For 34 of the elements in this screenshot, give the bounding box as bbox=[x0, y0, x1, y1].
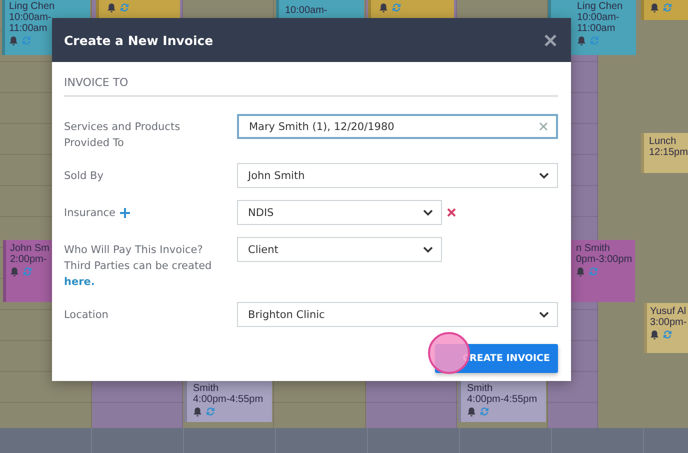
appointment-card[interactable]: Lunch 12:15pm bbox=[641, 133, 688, 173]
appointment-text: 2:00pm- bbox=[10, 254, 47, 265]
field-label: Location bbox=[64, 308, 108, 323]
appointment-text: 11:00am bbox=[9, 23, 48, 34]
appointment-text: Ling Chen bbox=[9, 1, 55, 12]
appointment-text: 4:00pm-4:55pm bbox=[467, 394, 538, 405]
field-label: Insurance bbox=[64, 206, 116, 221]
appointment-text: Yusuf Al bbox=[650, 306, 686, 317]
dropdown[interactable]: Client bbox=[237, 237, 442, 262]
appointment-text: 10:00am- bbox=[577, 12, 620, 23]
appointment-card[interactable]: Smith 4:00pm-4:55pm bbox=[458, 380, 546, 422]
appointment-card[interactable]: Yusuf Al 3:00pm- bbox=[644, 303, 688, 353]
appointment-text: n Smith bbox=[576, 243, 610, 254]
field-label: Services and Products Provided To bbox=[64, 120, 182, 151]
appointment-text: 3:00pm- bbox=[650, 317, 687, 328]
appointment-text: Smith bbox=[193, 383, 219, 394]
appointment-text: Lunch bbox=[649, 136, 676, 147]
dropdown[interactable]: NDIS bbox=[237, 200, 442, 225]
field-label: Sold By bbox=[64, 169, 104, 184]
dropdown[interactable]: Brighton Clinic bbox=[237, 302, 558, 327]
appointment-text: John Sm bbox=[10, 243, 50, 254]
appointment-text: 11:00am bbox=[577, 23, 616, 34]
dropdown[interactable]: John Smith bbox=[237, 163, 558, 188]
appointment-text: 4:00pm-4:55pm bbox=[193, 394, 264, 405]
appointment-text: 0pm-3:00pm bbox=[576, 254, 632, 265]
appointment-text: Ling Chen bbox=[577, 1, 623, 12]
client-field[interactable]: Mary Smith (1), 12/20/1980 bbox=[237, 114, 558, 139]
appointment-text: Smith bbox=[467, 383, 493, 394]
appointment-text: 12:15pm bbox=[649, 147, 688, 158]
appointment-card[interactable]: Smith 4:00pm-4:55pm bbox=[184, 380, 272, 422]
appointment-card[interactable]: 10:00am- bbox=[276, 0, 364, 18]
appointment-text: 10:00am- bbox=[285, 5, 328, 16]
section-heading: INVOICE TO bbox=[64, 76, 128, 89]
appointment-text: 10:00am- bbox=[9, 12, 52, 23]
